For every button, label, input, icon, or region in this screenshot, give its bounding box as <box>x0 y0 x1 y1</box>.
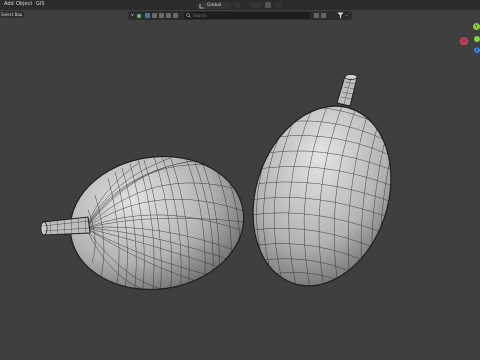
search-icon <box>186 13 191 18</box>
orientation-label: Global <box>207 2 222 8</box>
restrict-holdout-icon[interactable] <box>173 12 178 18</box>
pivot-icon[interactable] <box>234 2 240 8</box>
proportional-edit-icon[interactable] <box>265 2 271 8</box>
chevron-down-icon: ⌄ <box>19 11 23 17</box>
viewport-3d[interactable] <box>0 22 480 360</box>
menu-gis[interactable]: GIS <box>36 1 45 8</box>
left-fruit-mesh[interactable] <box>62 146 253 301</box>
new-collection-icon[interactable] <box>321 12 326 18</box>
filter-chevron-icon[interactable]: ⌄ <box>345 12 348 18</box>
filter-dot-icon <box>137 13 141 18</box>
right-fruit-mesh[interactable] <box>231 88 413 304</box>
restrict-render-icon[interactable] <box>159 12 164 18</box>
orientation-axes-icon <box>199 3 204 8</box>
select-mode-dropdown[interactable]: Select Box ⌄ <box>0 11 24 18</box>
proportional-falloff-icon[interactable] <box>275 2 281 8</box>
header-menubar: Add Object GIS Global <box>0 0 480 10</box>
menu-add[interactable]: Add <box>4 1 14 8</box>
sort-icon[interactable] <box>314 12 319 18</box>
transform-orientation-dropdown[interactable]: Global <box>197 2 231 9</box>
outliner-header: ∨ Search ⌄ <box>128 11 352 20</box>
restrict-select-icon[interactable] <box>145 12 150 18</box>
restrict-hide-icon[interactable] <box>166 12 171 18</box>
menu-object[interactable]: Object <box>16 1 32 8</box>
search-placeholder: Search <box>193 12 207 18</box>
restrict-viewport-icon[interactable] <box>152 12 157 18</box>
right-fruit-stem[interactable] <box>336 74 358 107</box>
search-field[interactable]: Search <box>184 12 310 19</box>
display-mode-icon[interactable]: ∨ <box>131 12 134 18</box>
left-fruit-stem[interactable] <box>40 216 91 236</box>
snap-options-icon[interactable] <box>256 2 262 8</box>
filter-icon[interactable] <box>337 12 344 19</box>
